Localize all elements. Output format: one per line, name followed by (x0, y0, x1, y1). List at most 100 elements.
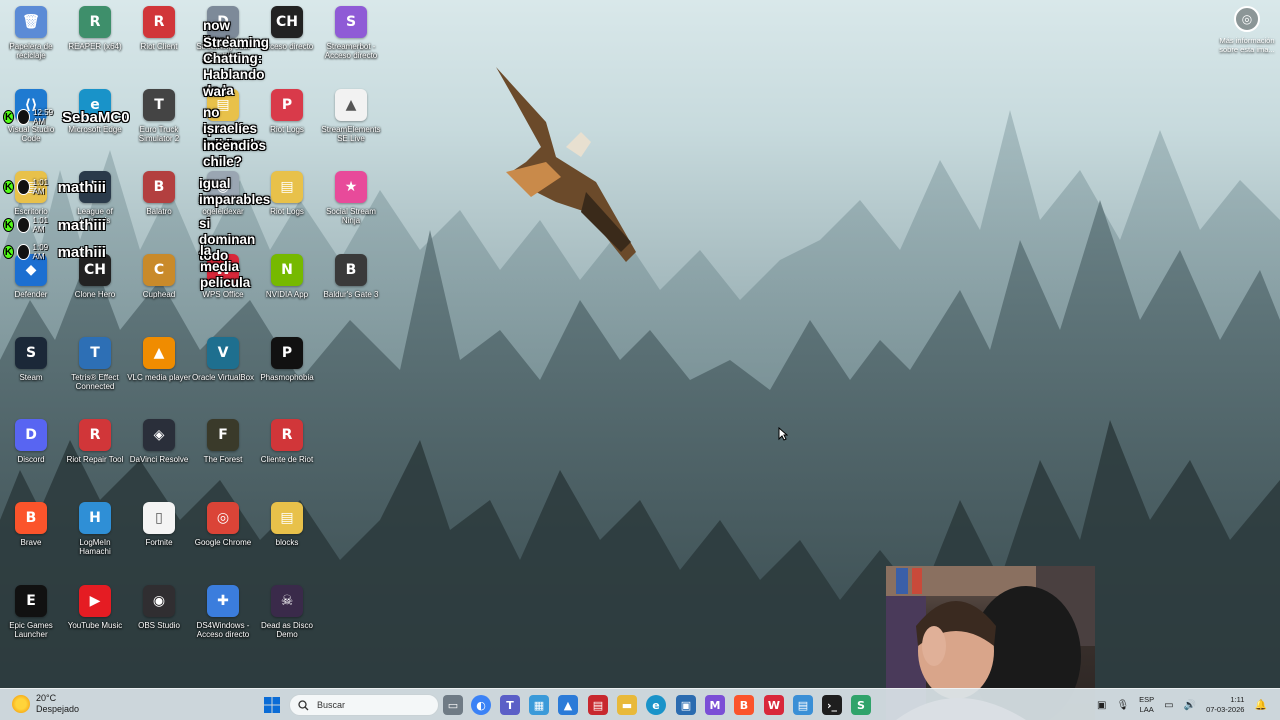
desktop-icon[interactable]: C Cuphead (127, 254, 191, 326)
notepad-icon[interactable]: ▤ (793, 695, 813, 715)
app-icon: C (143, 254, 175, 286)
desktop-icon[interactable]: S Steam (0, 337, 63, 409)
desktop-icon[interactable]: R Riot Client (127, 6, 191, 78)
m365-icon[interactable]: M (705, 695, 725, 715)
wallpaper-info-widget[interactable]: ◎ Más información sobre esta ima... (1214, 6, 1280, 54)
desktop-icon[interactable]: ▲ StreamElements SE.Live (319, 89, 383, 161)
app-icon: T (79, 337, 111, 369)
app-icon: H (79, 502, 111, 534)
edge-icon[interactable]: e (646, 695, 666, 715)
desktop-icon-label: OBS Studio (138, 621, 180, 630)
weather-sun-icon (12, 695, 30, 713)
desktop-icon-label: REAPER (x64) (68, 42, 122, 51)
desktop-icon-label: NVIDIA App (265, 290, 309, 299)
keyboard-layout: LAA (1139, 705, 1154, 714)
app-icon: 🗑 (15, 6, 47, 38)
chat-header-line: Chatting: (203, 51, 263, 66)
desktop-icon-label: Fortnite (145, 538, 173, 547)
weather-desc: Despejado (36, 704, 80, 714)
calendar-app-icon[interactable]: ▤ (588, 695, 608, 715)
chat-timestamp: 1:01 AM (32, 178, 49, 196)
copilot-icon[interactable]: ◐ (471, 695, 491, 715)
desktop-icon[interactable]: P Phasmophobia (255, 337, 319, 409)
desktop-icon[interactable]: F The Forest (191, 419, 255, 491)
app-icon: ✚ (207, 585, 239, 617)
notification-bell-icon[interactable]: 🔔 (1254, 700, 1266, 711)
app-icon: V (207, 337, 239, 369)
desktop-icon[interactable]: ◉ OBS Studio (127, 585, 191, 657)
start-button[interactable] (262, 695, 282, 715)
photos-icon[interactable]: ▲ (558, 695, 578, 715)
desktop-icon-label: Defender (14, 290, 48, 299)
chat-username: SebaMC0 (62, 108, 130, 126)
network-icon[interactable]: ▭ (1164, 700, 1173, 711)
wps-icon[interactable]: W (764, 695, 784, 715)
widgets-icon[interactable]: ▦ (529, 695, 549, 715)
desktop-icon[interactable]: ★ Social Stream Ninja (319, 171, 383, 243)
app-icon: ▯ (143, 502, 175, 534)
app-icon: B (143, 171, 175, 203)
streamerbot-icon[interactable]: S (851, 695, 871, 715)
app-icon: CH (271, 6, 303, 38)
desktop-icon-label: Riot Client (140, 42, 178, 51)
chat-username: mathiii (57, 178, 106, 196)
desktop-icon[interactable]: ✚ DS4Windows - Acceso directo (191, 585, 255, 657)
desktop-icon-label: Baldur's Gate 3 (323, 290, 379, 299)
file-explorer-icon[interactable]: ▬ (617, 695, 637, 715)
desktop-icon-label: DS4Windows - Acceso directo (196, 621, 250, 639)
app-icon: ◈ (143, 419, 175, 451)
desktop-icon[interactable]: ☠ Dead as Disco Demo (255, 585, 319, 657)
desktop-icon[interactable]: B Baldur's Gate 3 (319, 254, 383, 326)
windows-logo-icon (264, 697, 280, 713)
desktop-icon[interactable]: V Oracle VirtualBox (191, 337, 255, 409)
clock[interactable]: 1:11 07-03-2026 (1206, 695, 1244, 715)
desktop-icon[interactable]: R Riot Repair Tool (63, 419, 127, 491)
microphone-icon[interactable]: 🎙 (1116, 700, 1129, 711)
desktop-icon[interactable]: ◎ Google Chrome (191, 502, 255, 574)
desktop-icon-label: Microsoft Edge (68, 125, 122, 134)
desktop-icon[interactable]: ▶ YouTube Music (63, 585, 127, 657)
chat-header-line: war (203, 84, 227, 99)
desktop-icon-label: Streamerbot - Acceso directo (324, 42, 378, 60)
task-view-icon[interactable]: ▭ (443, 695, 463, 715)
chat-message-text: imparables (199, 192, 271, 207)
clock-date: 07-03-2026 (1206, 705, 1245, 714)
desktop-icon-label: StreamElements SE.Live (321, 125, 381, 143)
desktop-icon[interactable]: CH Clone Hero (63, 254, 127, 326)
desktop-icon[interactable]: ◆ Defender (0, 254, 63, 326)
kick-badge-icon: K (3, 110, 15, 124)
desktop-icon[interactable]: R REAPER (x64) (63, 6, 127, 78)
chat-timestamp: 12:59 AM (33, 108, 54, 126)
system-tray: ▣ 🎙 ESP LAA ▭ 🔊 1:11 07-03-2026 🔔 (1097, 689, 1267, 720)
weather-widget[interactable]: 20°C Despejado (12, 693, 79, 715)
app-icon: D (15, 419, 47, 451)
tray-app-icon[interactable]: ▣ (1097, 700, 1106, 711)
volume-icon[interactable]: 🔊 (1184, 700, 1196, 711)
desktop-icon[interactable]: B Balatro (127, 171, 191, 243)
taskbar-search[interactable]: Buscar (289, 694, 439, 716)
desktop-icon[interactable]: ▤ blocks (255, 502, 319, 574)
language-indicator[interactable]: ESP LAA (1139, 695, 1154, 715)
desktop-icon[interactable]: T Euro Truck Simulator 2 (127, 89, 191, 161)
desktop-icon[interactable]: ▯ Fortnite (127, 502, 191, 574)
desktop-icon[interactable]: N NVIDIA App (255, 254, 319, 326)
app-icon: P (271, 89, 303, 121)
desktop-icon[interactable]: E Epic Games Launcher (0, 585, 63, 657)
mouse-cursor-icon (778, 427, 788, 441)
desktop-icon[interactable]: H LogMeIn Hamachi (63, 502, 127, 574)
eagle-image (496, 67, 636, 262)
kick-badge-icon: K (3, 245, 15, 259)
desktop-icon[interactable]: D Discord (0, 419, 63, 491)
desktop-icon[interactable]: ▲ VLC media player (127, 337, 191, 409)
store-icon[interactable]: ▣ (676, 695, 696, 715)
desktop-icon[interactable]: R Cliente de Riot (255, 419, 319, 491)
teams-icon[interactable]: T (500, 695, 520, 715)
desktop-icon[interactable]: S Streamerbot - Acceso directo (319, 6, 383, 78)
desktop-icon[interactable]: T Tetris® Effect Connected (63, 337, 127, 409)
terminal-icon[interactable]: ›_ (822, 695, 842, 715)
app-icon: ▲ (335, 89, 367, 121)
desktop-icon[interactable]: B Brave (0, 502, 63, 574)
desktop-icon[interactable]: ◈ DaVinci Resolve (127, 419, 191, 491)
desktop-icon[interactable]: 🗑 Papelera de reciclaje (0, 6, 63, 78)
brave-icon[interactable]: B (734, 695, 754, 715)
